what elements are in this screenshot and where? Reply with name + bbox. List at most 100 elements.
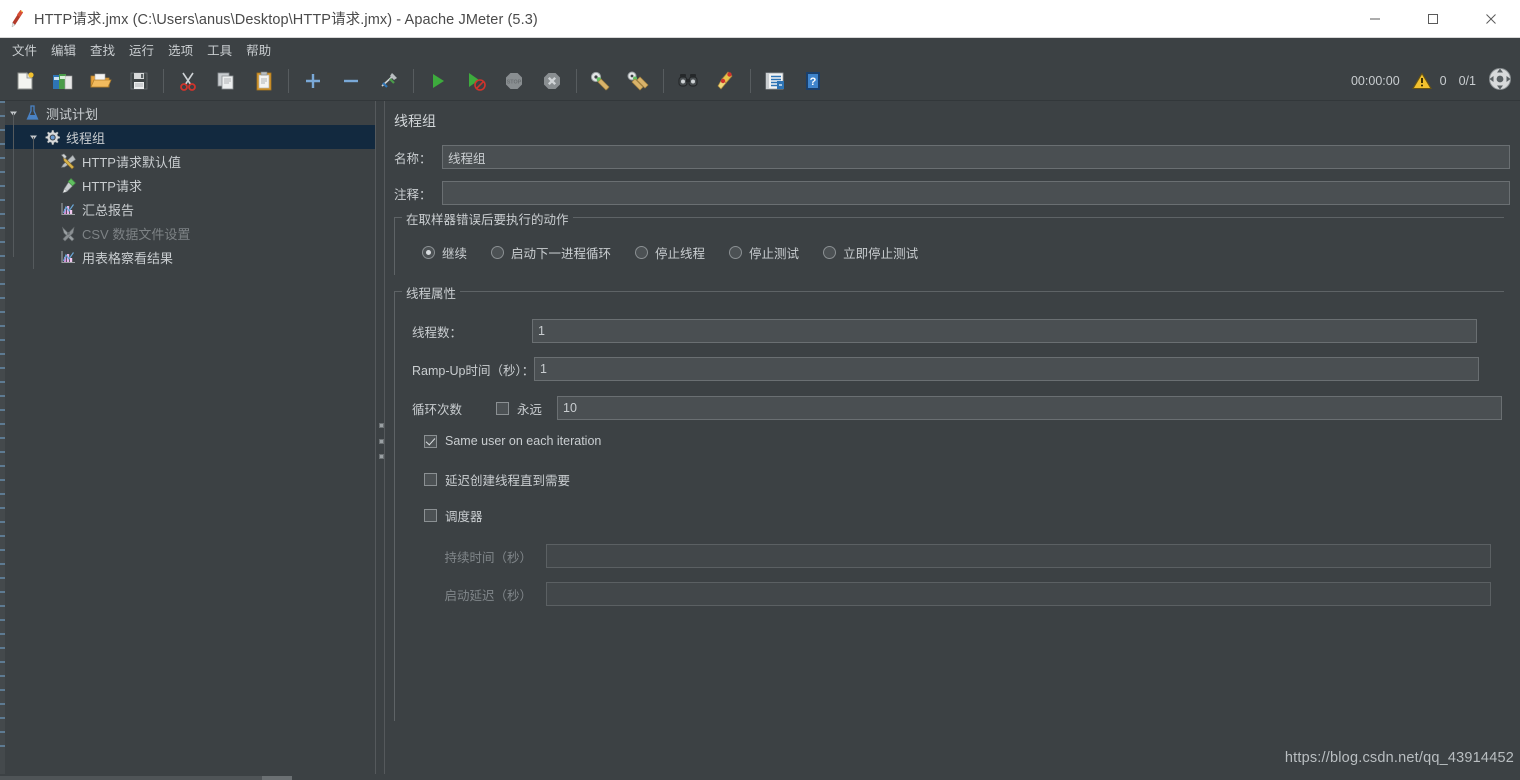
test-plan-tree[interactable]: 测试计划 线程组 HTTP请求默认值 HTTP请求 汇总报告 CSV 数据文件设… xyxy=(0,101,375,780)
radio-label: 启动下一进程循环 xyxy=(511,247,612,261)
tree-node-summary-report[interactable]: 汇总报告 xyxy=(5,197,375,221)
group-border-left xyxy=(394,291,395,721)
tree-node-csv-data-set[interactable]: CSV 数据文件设置 xyxy=(5,221,375,245)
delay-thread-creation-row[interactable]: 延迟创建线程直到需要 xyxy=(424,470,570,489)
open-icon[interactable] xyxy=(82,64,120,98)
rampup-row: Ramp-Up时间（秒）： 1 xyxy=(412,357,1479,381)
clear-all-icon[interactable] xyxy=(620,64,658,98)
radio-label: 停止测试 xyxy=(749,247,800,261)
stop-icon[interactable]: STOP xyxy=(495,64,533,98)
tree-node-label: 测试计划 xyxy=(46,106,99,122)
group-border-top xyxy=(394,291,1504,292)
summary-report-icon xyxy=(57,201,79,217)
menu-run[interactable]: 运行 xyxy=(123,38,160,61)
collapse-all-icon[interactable] xyxy=(332,64,370,98)
copy-icon[interactable] xyxy=(207,64,245,98)
menu-edit[interactable]: 编辑 xyxy=(45,38,82,61)
menu-search[interactable]: 查找 xyxy=(84,38,121,61)
function-helper-icon[interactable] xyxy=(756,64,794,98)
scheduler-row[interactable]: 调度器 xyxy=(424,506,483,525)
start-icon[interactable] xyxy=(419,64,457,98)
rampup-input[interactable]: 1 xyxy=(534,357,1479,381)
start-no-pauses-icon[interactable] xyxy=(457,64,495,98)
bottom-scrollbar-thumb[interactable] xyxy=(262,776,292,780)
delay-thread-creation-checkbox[interactable] xyxy=(424,473,437,486)
templates-icon[interactable] xyxy=(44,64,82,98)
radio-button-icon[interactable] xyxy=(491,246,505,259)
cut-icon[interactable] xyxy=(169,64,207,98)
scheduler-label: 调度器 xyxy=(445,510,483,524)
toolbar-status: 00:00:00 0 0/1 xyxy=(1351,61,1512,101)
radio-stop-test[interactable]: 停止测试 xyxy=(729,243,799,262)
toolbar-separator-3 xyxy=(413,68,414,93)
search-icon[interactable] xyxy=(669,64,707,98)
new-icon[interactable] xyxy=(6,64,44,98)
bottom-scrollbar[interactable] xyxy=(0,774,1520,780)
thread-group-icon xyxy=(41,129,63,145)
minimize-button[interactable] xyxy=(1346,0,1404,38)
close-button[interactable] xyxy=(1462,0,1520,38)
maximize-button[interactable] xyxy=(1404,0,1462,38)
tree-guide-line-child xyxy=(33,137,34,269)
tree-node-test-plan[interactable]: 测试计划 xyxy=(5,101,375,125)
tree-node-thread-group[interactable]: 线程组 xyxy=(5,125,375,149)
radio-stop-test-now[interactable]: 立即停止测试 xyxy=(823,243,918,262)
radio-button-icon[interactable] xyxy=(729,246,743,259)
same-user-checkbox[interactable] xyxy=(424,434,437,448)
shutdown-icon[interactable] xyxy=(533,64,571,98)
radio-label: 停止线程 xyxy=(655,247,706,261)
test-plan-icon xyxy=(21,105,43,121)
menu-options[interactable]: 选项 xyxy=(162,38,199,61)
thread-count-input[interactable]: 1 xyxy=(532,319,1477,343)
reset-search-icon[interactable] xyxy=(707,64,745,98)
tree-node-view-results-table[interactable]: 用表格察看结果 xyxy=(5,245,375,269)
help-icon[interactable]: ? xyxy=(794,64,832,98)
app-icon xyxy=(0,9,34,28)
same-user-label: Same user on each iteration xyxy=(445,434,602,448)
radio-continue[interactable]: 继续 xyxy=(422,243,467,262)
forever-label: 永远 xyxy=(517,402,543,417)
radio-label: 立即停止测试 xyxy=(843,247,919,261)
view-results-table-icon xyxy=(57,249,79,265)
delay-thread-creation-label: 延迟创建线程直到需要 xyxy=(445,474,571,488)
toolbar-separator-4 xyxy=(576,68,577,93)
radio-start-next-loop[interactable]: 启动下一进程循环 xyxy=(491,243,611,262)
radio-label: 继续 xyxy=(442,247,468,261)
radio-button-icon[interactable] xyxy=(823,246,837,259)
menu-file[interactable]: 文件 xyxy=(6,38,43,61)
bottom-scrollbar-track xyxy=(0,776,262,780)
toggle-icon[interactable] xyxy=(370,64,408,98)
scheduler-checkbox[interactable] xyxy=(424,509,437,522)
splitter-grip[interactable] xyxy=(378,423,384,459)
menu-tools[interactable]: 工具 xyxy=(201,38,238,61)
duration-input[interactable] xyxy=(546,544,1491,568)
name-input[interactable]: 线程组 xyxy=(442,145,1510,169)
menu-bar: 文件 编辑 查找 运行 选项 工具 帮助 xyxy=(0,38,1520,61)
forever-checkbox[interactable] xyxy=(496,401,509,415)
tree-node-http-defaults[interactable]: HTTP请求默认值 xyxy=(5,149,375,173)
thread-count: 0/1 xyxy=(1458,74,1476,88)
watermark-text: https://blog.csdn.net/qq_43914452 xyxy=(1284,750,1514,766)
comment-input[interactable] xyxy=(442,181,1510,205)
menu-help[interactable]: 帮助 xyxy=(240,38,277,61)
window-controls xyxy=(1346,0,1520,38)
expand-all-icon[interactable] xyxy=(294,64,332,98)
radio-button-icon[interactable] xyxy=(635,246,649,259)
startup-delay-input[interactable] xyxy=(546,582,1491,606)
startup-delay-row: 启动延迟（秒） xyxy=(402,582,1491,606)
loop-count-input[interactable]: 10 xyxy=(557,396,1503,420)
loop-count-row: 循环次数 永远 10 xyxy=(412,396,1503,420)
name-label: 名称： xyxy=(394,151,432,166)
panel-splitter[interactable] xyxy=(375,101,385,780)
error-action-legend: 在取样器错误后要执行的动作 xyxy=(402,209,573,228)
warning-indicator[interactable]: 0 xyxy=(1411,72,1447,90)
tree-node-label: 用表格察看结果 xyxy=(82,250,174,266)
paste-icon[interactable] xyxy=(245,64,283,98)
tree-node-http-request[interactable]: HTTP请求 xyxy=(5,173,375,197)
save-icon[interactable] xyxy=(120,64,158,98)
same-user-row[interactable]: Same user on each iteration xyxy=(424,434,601,448)
clear-icon[interactable] xyxy=(582,64,620,98)
radio-stop-thread[interactable]: 停止线程 xyxy=(635,243,705,262)
remote-start-icon[interactable] xyxy=(1488,67,1512,96)
radio-button-icon[interactable] xyxy=(422,246,435,259)
